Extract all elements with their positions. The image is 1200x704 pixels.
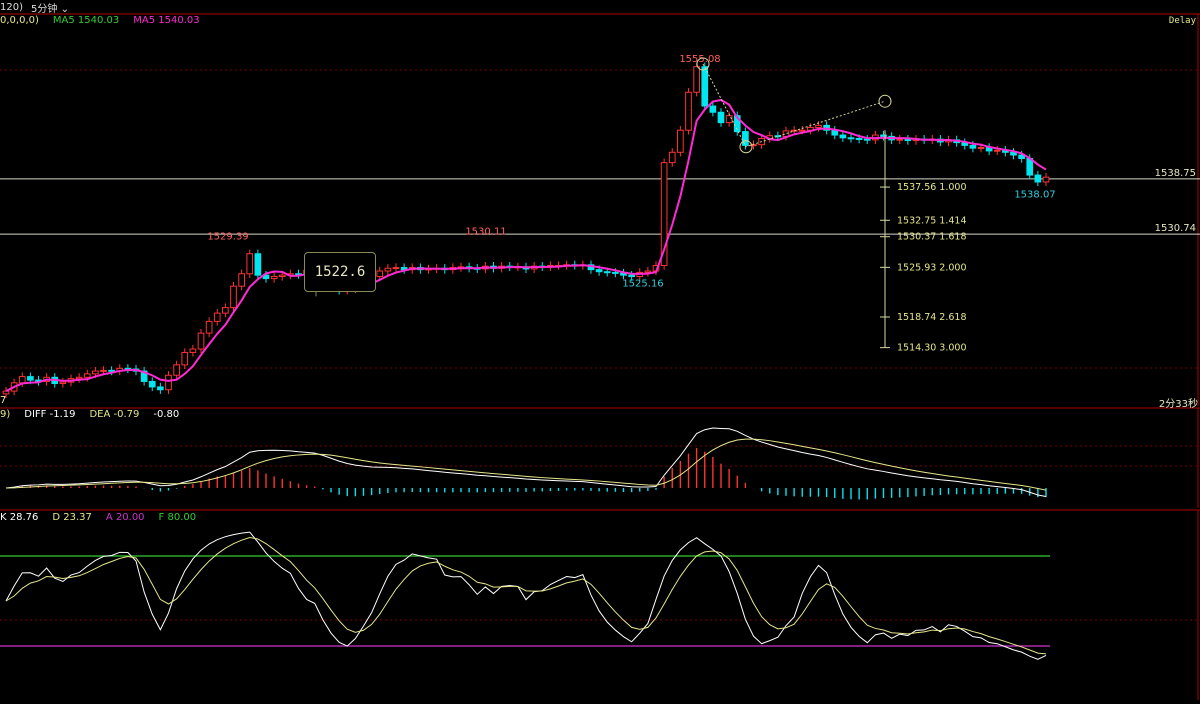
- candle-body: [92, 370, 99, 375]
- period-label: 5分钟: [31, 3, 58, 15]
- candle-body: [847, 137, 855, 140]
- delay-label: Delay: [1168, 16, 1196, 26]
- candle-body: [27, 376, 34, 381]
- price-hline-label: 1530.74: [1155, 223, 1196, 234]
- candle-body: [863, 138, 871, 141]
- candle-body: [108, 369, 115, 372]
- candle-body: [595, 269, 603, 273]
- macd-header: 9) DIFF -1.19 DEA -0.79 -0.80: [0, 409, 179, 420]
- k-label: K 28.76: [0, 512, 39, 523]
- candle-body: [181, 351, 189, 366]
- dea-line: [5, 438, 1047, 491]
- candle-body: [100, 369, 107, 372]
- price-hline-label: 1538.75: [1155, 168, 1196, 179]
- candle-body: [189, 348, 197, 353]
- toolbar-fragment: 120): [0, 1, 23, 13]
- candle-body: [644, 270, 652, 273]
- price-extreme-label: 1530.11: [465, 226, 506, 237]
- price-extreme-label: 1555.08: [679, 54, 720, 65]
- candle-body: [173, 364, 180, 376]
- candle-body: [685, 91, 692, 131]
- candle-body: [977, 146, 985, 149]
- dea-label: DEA -0.79: [89, 409, 140, 420]
- k-line: [5, 531, 1047, 660]
- candle-body: [246, 253, 254, 275]
- candle-body: [197, 332, 205, 350]
- candle-body: [278, 274, 286, 278]
- candle-body: [270, 276, 278, 280]
- candle-body: [238, 273, 245, 287]
- price-extreme-label: 1525.16: [622, 279, 663, 290]
- chevron-down-icon: ⌄: [60, 3, 69, 15]
- macd-value-label: -0.80: [153, 409, 180, 420]
- fib-level-label: 1530.37 1.618: [897, 232, 967, 243]
- f-label: F 80.00: [158, 512, 197, 523]
- fib-level-label: 1537.56 1.000: [897, 182, 967, 193]
- fib-level-label: 1518.74 2.618: [897, 312, 967, 323]
- d-line: [5, 536, 1047, 655]
- candle-body: [376, 270, 384, 278]
- candle-body: [392, 267, 400, 270]
- candle-body: [230, 285, 237, 309]
- price-chart: 1538.75 1530.74 1529.39 1530.11 1525.16 1555.…: [0, 13, 1200, 700]
- main-params: 0,0,0,0): [0, 15, 39, 26]
- candle-body: [701, 66, 709, 107]
- bottom-left-label: 7: [0, 395, 7, 406]
- candle-body: [83, 373, 91, 378]
- period-selector[interactable]: 5分钟 ⌄: [31, 0, 69, 15]
- candle-body: [668, 151, 676, 164]
- candle-body: [677, 129, 684, 153]
- fib-level-label: 1525.93 2.000: [897, 262, 967, 273]
- fib-level-label: 1532.75 1.414: [897, 215, 967, 226]
- kd-header: K 28.76 D 23.37 A 20.00 F 80.00: [0, 512, 196, 523]
- ma5-magenta-label: MA5 1540.03: [133, 15, 200, 26]
- fib-anchor: [878, 94, 892, 108]
- candle-body: [2, 390, 10, 395]
- candle-body: [855, 137, 863, 140]
- price-extreme-label: 1529.39: [207, 231, 248, 242]
- candle-body: [254, 253, 262, 276]
- price-extreme-label: 1538.07: [1014, 190, 1055, 201]
- candle-body: [839, 134, 847, 139]
- candle-body: [815, 124, 822, 128]
- candle-body: [1042, 176, 1050, 183]
- countdown-timer: 2分33秒: [1158, 399, 1198, 410]
- candle-body: [148, 380, 156, 388]
- candle-body: [993, 149, 1001, 152]
- candle-body: [717, 111, 725, 124]
- a-label: A 20.00: [105, 512, 145, 523]
- diff-label: DIFF -1.19: [24, 409, 76, 420]
- candle-body: [693, 66, 700, 93]
- main-header: 0,0,0,0) MA5 1540.03 MA5 1540.03: [0, 15, 200, 26]
- candle-body: [742, 131, 749, 146]
- fib-level-label: 1514.30 3.000: [897, 343, 967, 354]
- candle-body: [603, 271, 611, 274]
- candle-body: [59, 381, 67, 385]
- d-label: D 23.37: [52, 512, 92, 523]
- candle-body: [384, 267, 392, 272]
- candle-body: [213, 312, 221, 322]
- candle-body: [969, 144, 977, 149]
- diff-line: [5, 427, 1047, 498]
- candle-body: [165, 374, 172, 391]
- candle-body: [628, 274, 635, 278]
- candle-body: [18, 376, 26, 384]
- macd-params: 9): [0, 409, 11, 420]
- ma5-green-label: MA5 1540.03: [52, 15, 120, 26]
- candle-body: [612, 271, 619, 274]
- candle-body: [896, 138, 904, 141]
- candle-body: [798, 129, 806, 132]
- candle-body: [157, 386, 164, 391]
- candle-body: [205, 320, 213, 334]
- candle-body: [1034, 174, 1042, 183]
- candle-body: [222, 307, 229, 314]
- candle-body: [709, 105, 717, 113]
- candle-body: [75, 376, 83, 380]
- toolbar: 120) 5分钟 ⌄: [0, 0, 69, 15]
- price-callout: 1522.6: [304, 252, 376, 292]
